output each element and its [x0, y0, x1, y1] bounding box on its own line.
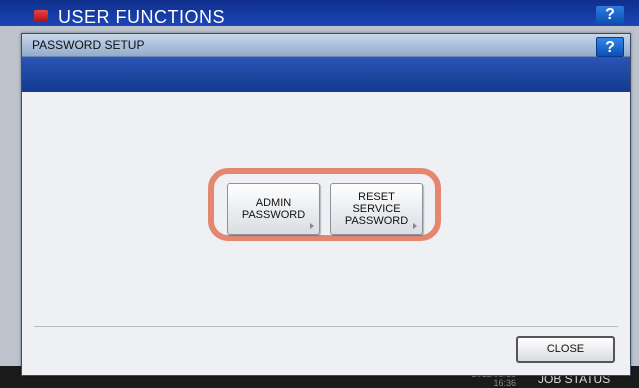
admin-password-label: ADMIN PASSWORD [241, 197, 306, 221]
submenu-arrow-icon [310, 223, 314, 229]
time-text: 16:36 [493, 378, 516, 388]
dialog-band [22, 57, 630, 92]
dialog-header: PASSWORD SETUP ? [22, 34, 630, 57]
background-title: USER FUNCTIONS [58, 7, 226, 27]
reset-service-password-button[interactable]: RESET SERVICE PASSWORD [330, 183, 423, 235]
close-button[interactable]: CLOSE [516, 336, 615, 363]
reset-service-password-label: RESET SERVICE PASSWORD [344, 191, 409, 227]
user-functions-icon [34, 10, 48, 22]
submenu-arrow-icon [413, 223, 417, 229]
divider [34, 326, 618, 327]
admin-password-button[interactable]: ADMIN PASSWORD [227, 183, 320, 235]
dialog-title: PASSWORD SETUP [32, 38, 145, 52]
dialog-help-button[interactable]: ? [596, 37, 624, 57]
background-help-button[interactable]: ? [596, 6, 624, 24]
